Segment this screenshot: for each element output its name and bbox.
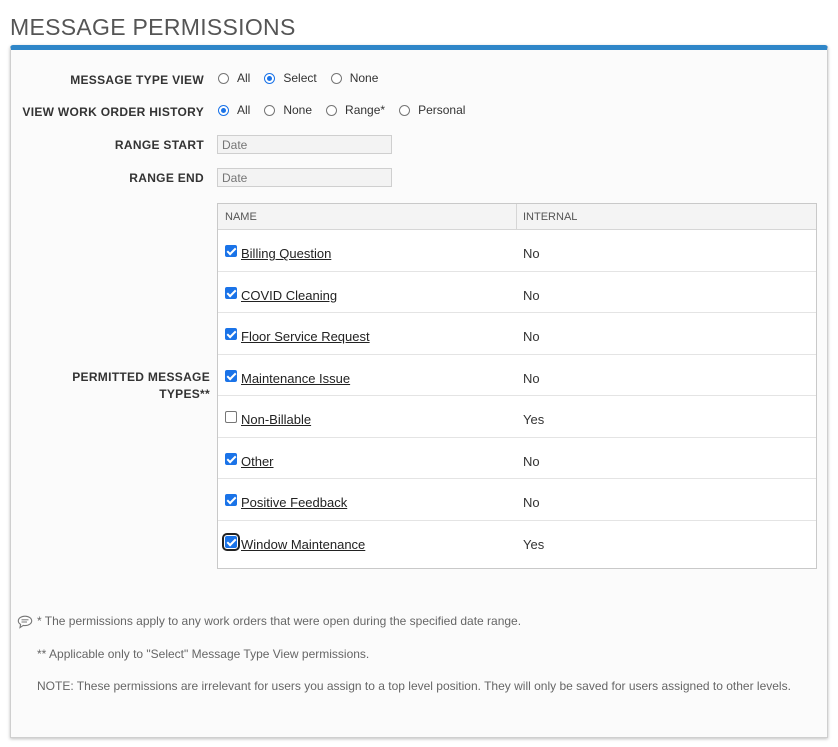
table-row: COVID Cleaning No [218,272,816,313]
comment-icon [17,615,33,629]
message-type-view-group: All Select None [218,71,392,85]
table-row: Billing Question No [218,230,816,272]
permitted-message-types-label: PERMITTED MESSAGE TYPES** [72,369,210,403]
internal-value: No [523,495,540,510]
history-personal-radio[interactable] [399,104,411,116]
history-all-label[interactable]: All [237,103,250,117]
internal-value: No [523,329,540,344]
row-checkbox[interactable] [225,286,237,299]
message-type-view-select-radio[interactable] [264,72,276,84]
table-row: Maintenance Issue No [218,355,816,396]
page-title: MESSAGE PERMISSIONS [10,14,296,40]
message-type-view-select-label[interactable]: Select [283,71,316,85]
row-checkbox[interactable] [225,245,237,257]
column-header-name: NAME [225,211,257,223]
range-end-input[interactable] [217,168,392,187]
note-top-level: NOTE: These permissions are irrelevant f… [37,679,791,693]
range-start-input[interactable] [217,135,392,154]
history-all-radio[interactable] [218,104,229,116]
row-checkbox[interactable] [222,532,240,551]
history-none-radio[interactable] [264,104,276,116]
view-work-order-history-group: All None Range* Personal [218,103,479,117]
internal-value: No [523,370,540,386]
table-row: Positive Feedback No [218,479,816,521]
message-type-link[interactable]: Maintenance Issue [241,371,350,386]
message-type-view-none-radio[interactable] [330,72,342,84]
permitted-message-types-label-line2: TYPES** [159,387,210,401]
row-checkbox[interactable] [225,328,237,340]
history-personal-label[interactable]: Personal [418,103,465,117]
message-type-link[interactable]: Floor Service Request [241,329,370,344]
table-row: Floor Service Request No [218,313,816,355]
column-header-internal: INTERNAL [523,211,578,223]
row-checkbox[interactable] [225,452,237,465]
table-row: Other No [218,438,816,479]
history-range-label[interactable]: Range* [345,103,385,117]
table-row: Non-Billable Yes [218,396,816,438]
message-type-link[interactable]: Non-Billable [241,412,311,427]
message-type-link[interactable]: COVID Cleaning [241,288,337,303]
message-type-link[interactable]: Billing Question [241,246,331,261]
table-row: Window Maintenance Yes [218,521,816,563]
column-divider [516,204,517,229]
range-end-label: RANGE END [129,171,204,185]
row-checkbox[interactable] [225,494,237,506]
internal-value: No [523,287,540,303]
permissions-panel: MESSAGE TYPE VIEW All Select None VIEW W… [10,45,828,738]
range-start-label: RANGE START [114,138,204,152]
internal-value: No [523,246,540,261]
row-checkbox[interactable] [225,369,237,382]
permitted-message-types-label-line1: PERMITTED MESSAGE [72,370,210,384]
note-date-range: * The permissions apply to any work orde… [37,614,522,628]
message-type-link[interactable]: Other [241,454,274,469]
message-types-table: NAME INTERNAL Billing Question No COVID … [217,203,817,569]
message-type-view-all-label[interactable]: All [237,71,250,85]
internal-value: No [523,453,540,469]
history-none-label[interactable]: None [283,103,312,117]
internal-value: Yes [523,536,545,552]
message-type-view-none-label[interactable]: None [350,71,379,85]
message-type-view-label: MESSAGE TYPE VIEW [70,73,204,87]
table-body: Billing Question No COVID Cleaning No Fl… [218,230,816,562]
history-range-radio[interactable] [326,104,338,116]
table-header: NAME INTERNAL [218,204,816,230]
row-checkbox[interactable] [225,411,237,423]
message-type-link[interactable]: Positive Feedback [241,495,347,510]
note-select-only: ** Applicable only to "Select" Message T… [37,647,370,661]
message-type-view-all-radio[interactable] [218,72,229,84]
message-type-link[interactable]: Window Maintenance [241,537,365,552]
view-work-order-history-label: VIEW WORK ORDER HISTORY [22,105,204,119]
internal-value: Yes [523,412,545,427]
